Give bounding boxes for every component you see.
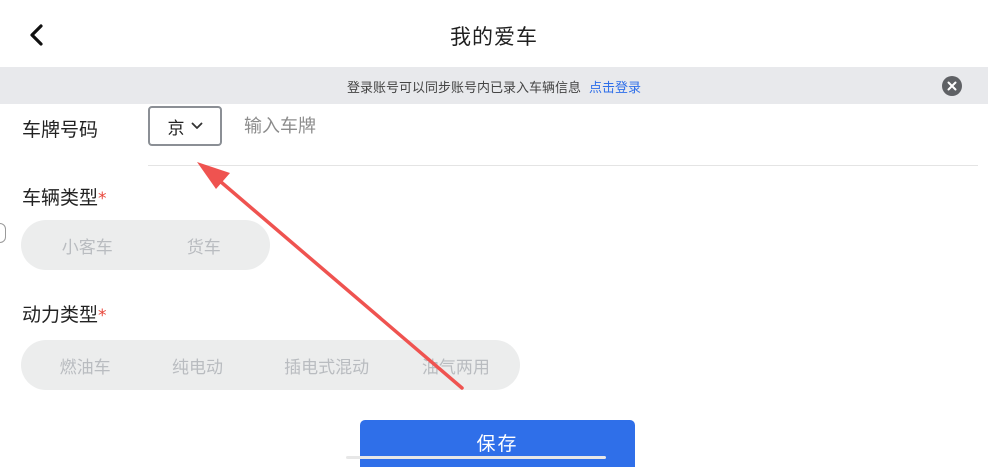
annotation-arrowhead <box>197 162 230 189</box>
vehicle-type-label: 车辆类型* <box>22 183 107 210</box>
power-type-option[interactable]: 纯电动 <box>141 353 253 378</box>
power-type-label: 动力类型* <box>22 300 107 327</box>
power-type-option[interactable]: 插电式混动 <box>254 353 400 378</box>
plate-label: 车牌号码 <box>22 119 99 141</box>
required-mark: * <box>98 306 107 326</box>
plate-divider <box>148 165 978 166</box>
province-select[interactable]: 京 <box>148 106 222 146</box>
close-circle-icon <box>947 81 957 91</box>
power-type-option[interactable]: 燃油车 <box>29 353 141 378</box>
power-type-label-text: 动力类型 <box>22 304 99 326</box>
power-type-option[interactable]: 油气两用 <box>400 353 512 378</box>
page-title: 我的爱车 <box>450 25 538 49</box>
banner-text: 登录账号可以同步账号内已录入车辆信息 <box>346 81 581 96</box>
login-link[interactable]: 点击登录 <box>589 81 641 96</box>
vehicle-type-label-text: 车辆类型 <box>22 187 99 209</box>
edge-handle <box>0 223 6 243</box>
vehicle-type-segment: 小客车 货车 <box>21 220 270 270</box>
banner-close-button[interactable] <box>942 76 962 96</box>
home-indicator <box>346 456 606 459</box>
vehicle-type-option[interactable]: 货车 <box>146 233 263 258</box>
vehicle-type-option[interactable]: 小客车 <box>29 233 146 258</box>
save-button[interactable]: 保存 <box>360 420 635 467</box>
chevron-down-icon <box>191 122 202 129</box>
plate-number-input[interactable] <box>244 110 944 142</box>
login-banner: 登录账号可以同步账号内已录入车辆信息 点击登录 <box>0 67 988 104</box>
banner-message: 登录账号可以同步账号内已录入车辆信息 点击登录 <box>0 77 988 96</box>
province-value: 京 <box>167 118 185 139</box>
power-type-segment: 燃油车 纯电动 插电式混动 油气两用 <box>21 340 520 390</box>
required-mark: * <box>98 189 107 209</box>
